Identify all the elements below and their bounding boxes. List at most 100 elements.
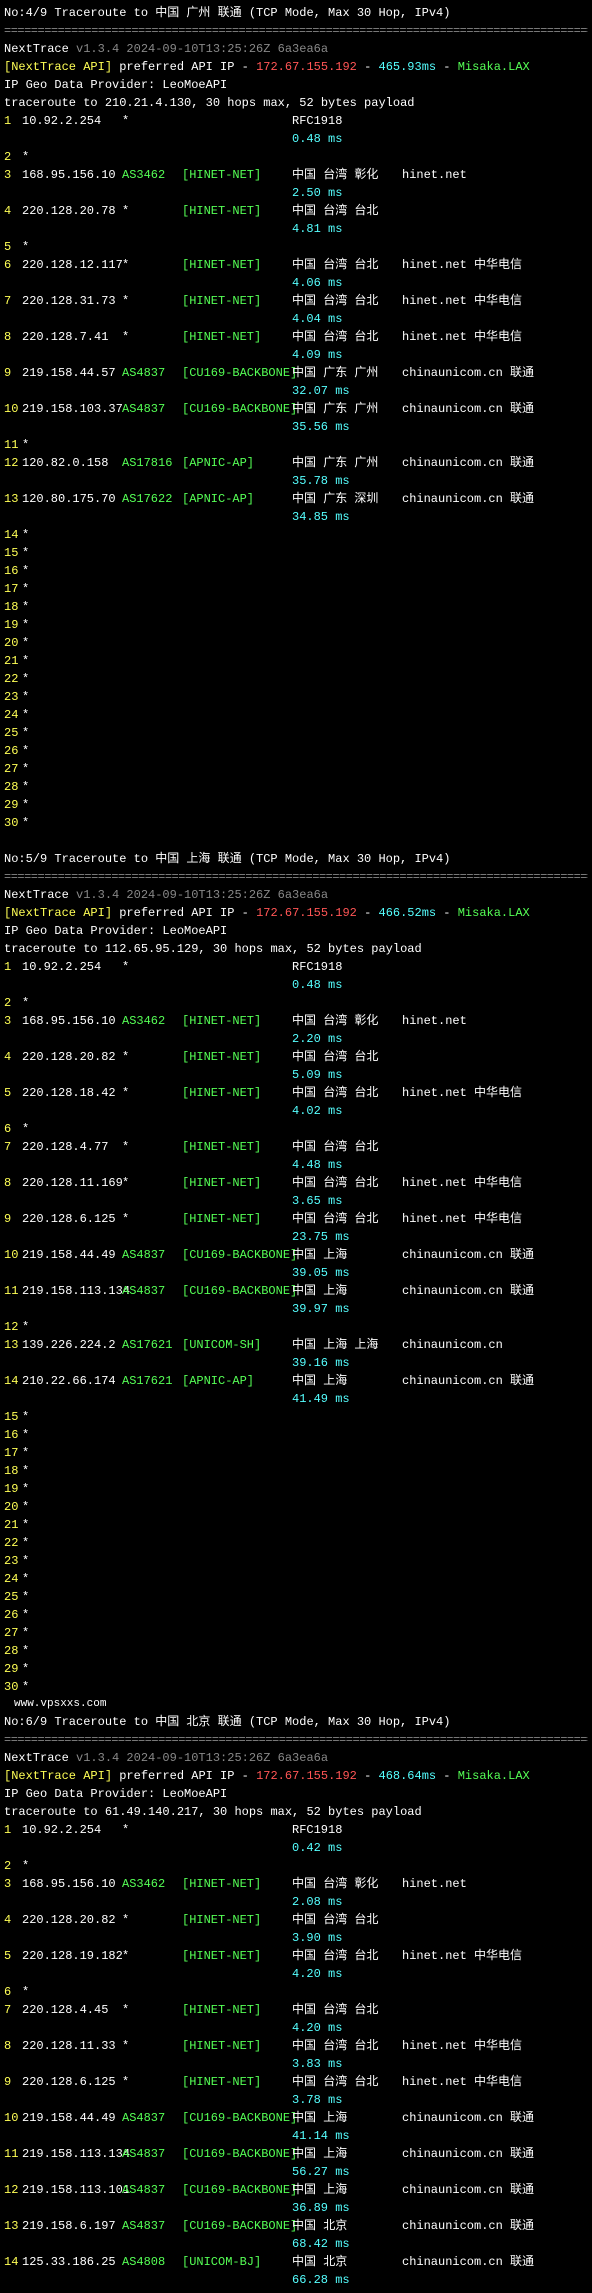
- hop-network: [HINET-NET]: [182, 1084, 292, 1102]
- hop-number: 4: [4, 202, 22, 220]
- hop-row: 21*: [4, 652, 588, 670]
- hop-timeout: *: [22, 1606, 29, 1624]
- hop-number: 24: [4, 1570, 22, 1588]
- hop-timeout: *: [22, 1570, 29, 1588]
- hop-network: [HINET-NET]: [182, 1174, 292, 1192]
- hop-number: 22: [4, 1534, 22, 1552]
- hop-latency: 66.28 ms: [292, 2271, 350, 2289]
- hop-ip: 220.128.31.73: [22, 292, 122, 310]
- hop-asn: *: [122, 1947, 182, 1965]
- hop-number: 25: [4, 724, 22, 742]
- hop-latency: 5.09 ms: [292, 1066, 342, 1084]
- hop-number: 10: [4, 400, 22, 418]
- hop-number: 7: [4, 292, 22, 310]
- hop-timeout: *: [22, 670, 29, 688]
- hop-row: 18*: [4, 598, 588, 616]
- hop-ip: 219.158.103.37: [22, 400, 122, 418]
- hop-number: 1: [4, 112, 22, 130]
- hop-timeout: *: [22, 1480, 29, 1498]
- hop-location: 中国 上海: [292, 1372, 402, 1390]
- hop-timeout: *: [22, 436, 29, 454]
- hop-latency: 4.04 ms: [292, 310, 342, 328]
- hop-location: RFC1918: [292, 958, 402, 976]
- hop-timeout: *: [22, 778, 29, 796]
- hop-row: 7220.128.31.73*[HINET-NET]中国 台湾 台北hinet.…: [4, 292, 588, 310]
- hop-ip: 220.128.11.169: [22, 1174, 122, 1192]
- hop-row: 28*: [4, 778, 588, 796]
- hop-asn: *: [122, 2037, 182, 2055]
- hop-asn: AS4837: [122, 1282, 182, 1300]
- hop-latency: 4.02 ms: [292, 1102, 342, 1120]
- hop-asn: *: [122, 292, 182, 310]
- hop-latency-row: 2.20 ms: [4, 1030, 588, 1048]
- hop-row: 19*: [4, 1480, 588, 1498]
- hop-host: hinet.net 中华电信: [402, 2037, 588, 2055]
- hop-latency: 35.56 ms: [292, 418, 350, 436]
- hop-row: 18*: [4, 1462, 588, 1480]
- hop-ip: 220.128.20.82: [22, 1048, 122, 1066]
- hop-network: [CU169-BACKBONE]: [182, 364, 292, 382]
- hop-row: 11219.158.113.134AS4837[CU169-BACKBONE]中…: [4, 2145, 588, 2163]
- hop-location: 中国 上海: [292, 2109, 402, 2127]
- hop-asn: *: [122, 1174, 182, 1192]
- hop-number: 10: [4, 1246, 22, 1264]
- hop-latency: 4.81 ms: [292, 220, 342, 238]
- hop-location: 中国 台湾 台北: [292, 256, 402, 274]
- hop-host: chinaunicom.cn 联通: [402, 490, 588, 508]
- hop-number: 9: [4, 2073, 22, 2091]
- hop-row: 12120.82.0.158AS17816[APNIC-AP]中国 广东 广州c…: [4, 454, 588, 472]
- hop-asn: AS4837: [122, 1246, 182, 1264]
- hop-host: hinet.net 中华电信: [402, 1947, 588, 1965]
- hop-row: 17*: [4, 580, 588, 598]
- geo-provider: IP Geo Data Provider: LeoMoeAPI: [4, 922, 588, 940]
- hop-number: 18: [4, 598, 22, 616]
- hop-location: 中国 台湾 台北: [292, 2001, 402, 2019]
- hop-network: [APNIC-AP]: [182, 490, 292, 508]
- hop-number: 30: [4, 1678, 22, 1696]
- hop-ip: 139.226.224.2: [22, 1336, 122, 1354]
- hop-number: 21: [4, 652, 22, 670]
- hop-number: 13: [4, 490, 22, 508]
- hop-timeout: *: [22, 598, 29, 616]
- hop-ip: 219.158.113.134: [22, 1282, 122, 1300]
- hop-location: 中国 台湾 台北: [292, 2037, 402, 2055]
- hop-latency: 4.48 ms: [292, 1156, 342, 1174]
- hop-host: [402, 1138, 588, 1156]
- hop-row: 12219.158.113.101AS4837[CU169-BACKBONE]中…: [4, 2181, 588, 2199]
- hop-number: 28: [4, 778, 22, 796]
- hop-latency-row: 3.90 ms: [4, 1929, 588, 1947]
- hop-network: [APNIC-AP]: [182, 454, 292, 472]
- hop-number: 11: [4, 436, 22, 454]
- hop-host: hinet.net 中华电信: [402, 2073, 588, 2091]
- hop-latency-row: 0.48 ms: [4, 976, 588, 994]
- hop-network: [CU169-BACKBONE]: [182, 2109, 292, 2127]
- hop-number: 8: [4, 2037, 22, 2055]
- hop-host: hinet.net 中华电信: [402, 292, 588, 310]
- hop-latency: 32.07 ms: [292, 382, 350, 400]
- traceroute-title: No:5/9 Traceroute to 中国 上海 联通 (TCP Mode,…: [4, 850, 588, 868]
- hop-location: 中国 台湾 台北: [292, 1138, 402, 1156]
- hop-number: 6: [4, 256, 22, 274]
- hop-number: 21: [4, 1516, 22, 1534]
- hop-ip: 219.158.44.49: [22, 2109, 122, 2127]
- hop-timeout: *: [22, 1426, 29, 1444]
- hop-row: 23*: [4, 688, 588, 706]
- hop-number: 8: [4, 328, 22, 346]
- hop-number: 23: [4, 688, 22, 706]
- hop-host: chinaunicom.cn 联通: [402, 1372, 588, 1390]
- hop-latency: 41.14 ms: [292, 2127, 350, 2145]
- hop-asn: *: [122, 112, 182, 130]
- hop-row: 13139.226.224.2AS17621[UNICOM-SH]中国 上海 上…: [4, 1336, 588, 1354]
- hop-number: 11: [4, 1282, 22, 1300]
- hop-location: 中国 广东 广州: [292, 364, 402, 382]
- hop-host: chinaunicom.cn 联通: [402, 2109, 588, 2127]
- hop-host: hinet.net 中华电信: [402, 1174, 588, 1192]
- hop-row: 2*: [4, 148, 588, 166]
- hop-latency-row: 4.48 ms: [4, 1156, 588, 1174]
- traceroute-title: No:6/9 Traceroute to 中国 北京 联通 (TCP Mode,…: [4, 1713, 588, 1731]
- hop-number: 15: [4, 1408, 22, 1426]
- hop-timeout: *: [22, 706, 29, 724]
- hop-network: [CU169-BACKBONE]: [182, 2145, 292, 2163]
- hop-number: 19: [4, 1480, 22, 1498]
- hop-timeout: *: [22, 1642, 29, 1660]
